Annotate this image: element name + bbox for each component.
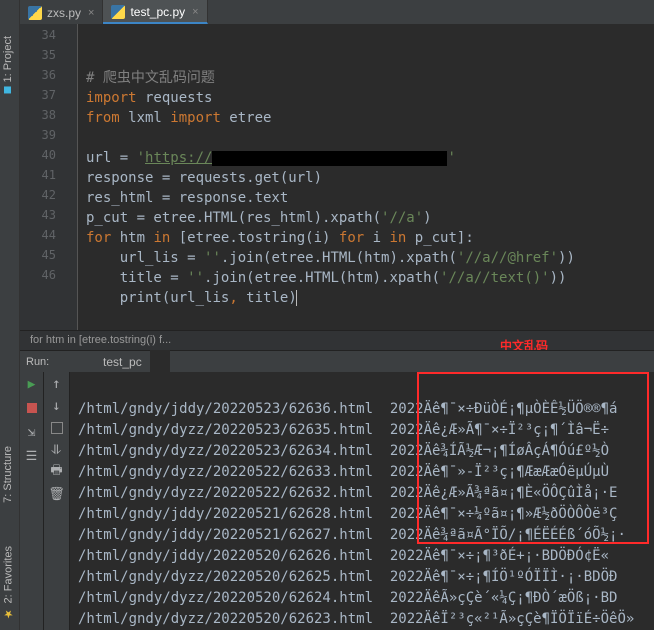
editor-tab-test-pc[interactable]: test_pc.py× [103, 0, 207, 24]
console-output[interactable]: /html/gndy/jddy/20220523/62636.html 2022… [70, 372, 654, 630]
run-tab-rest [170, 350, 654, 372]
structure-tool-tab[interactable]: 7: Structure [0, 440, 16, 509]
project-tool-tab[interactable]: 1: Project [0, 30, 16, 99]
breadcrumb-bar[interactable]: for htm in [etree.tostring(i) f... [20, 330, 654, 350]
editor-tab-zxs[interactable]: zxs.py× [20, 0, 103, 24]
editor-tab-bar: zxs.py× test_pc.py× [20, 0, 654, 24]
run-tool-header: Run: [20, 350, 76, 372]
run-tool-window: ▶ ⇲ ☰ ↑ ↓ ⥥ 🖶 🗑 /html/gndy/jddy/20220523… [20, 372, 654, 630]
print-button[interactable]: 🖶 [49, 464, 65, 480]
clear-all-button[interactable]: 🗑 [49, 486, 65, 502]
stop-button[interactable] [24, 400, 40, 416]
code-editor[interactable]: 34 35 36 37 38 39 40 41 42 43 44 45 46 #… [20, 24, 654, 330]
close-icon[interactable]: × [192, 6, 198, 18]
run-config-tab[interactable]: test_pc [76, 350, 150, 372]
unknown-action-button[interactable]: ☰ [24, 448, 40, 464]
annotation-highlight-box [417, 372, 649, 544]
scroll-to-end-button[interactable]: ⥥ [49, 442, 65, 458]
redacted-url [212, 151, 447, 166]
close-icon[interactable]: × [88, 7, 94, 19]
python-file-icon [111, 5, 125, 19]
run-toolbar-left: ▶ ⇲ ☰ [20, 372, 44, 630]
soft-wrap-button[interactable] [49, 420, 65, 436]
code-area[interactable]: # 爬虫中文乱码问题 import requests from lxml imp… [78, 24, 654, 330]
run-toolbar-inner: ↑ ↓ ⥥ 🖶 🗑 [44, 372, 70, 630]
python-file-icon [84, 355, 98, 369]
text-caret [296, 290, 297, 306]
rerun-button[interactable]: ▶ [24, 376, 40, 392]
down-stack-button[interactable]: ↓ [49, 398, 65, 414]
line-number-gutter: 34 35 36 37 38 39 40 41 42 43 44 45 46 [20, 24, 64, 330]
python-file-icon [28, 6, 42, 20]
unknown-action-button[interactable]: ⇲ [24, 424, 40, 440]
favorites-tool-tab[interactable]: ★2: Favorites [0, 540, 17, 626]
left-tool-window-bar: 1: Project 7: Structure ★2: Favorites [0, 0, 20, 630]
up-stack-button[interactable]: ↑ [49, 376, 65, 392]
fold-column [64, 24, 78, 330]
